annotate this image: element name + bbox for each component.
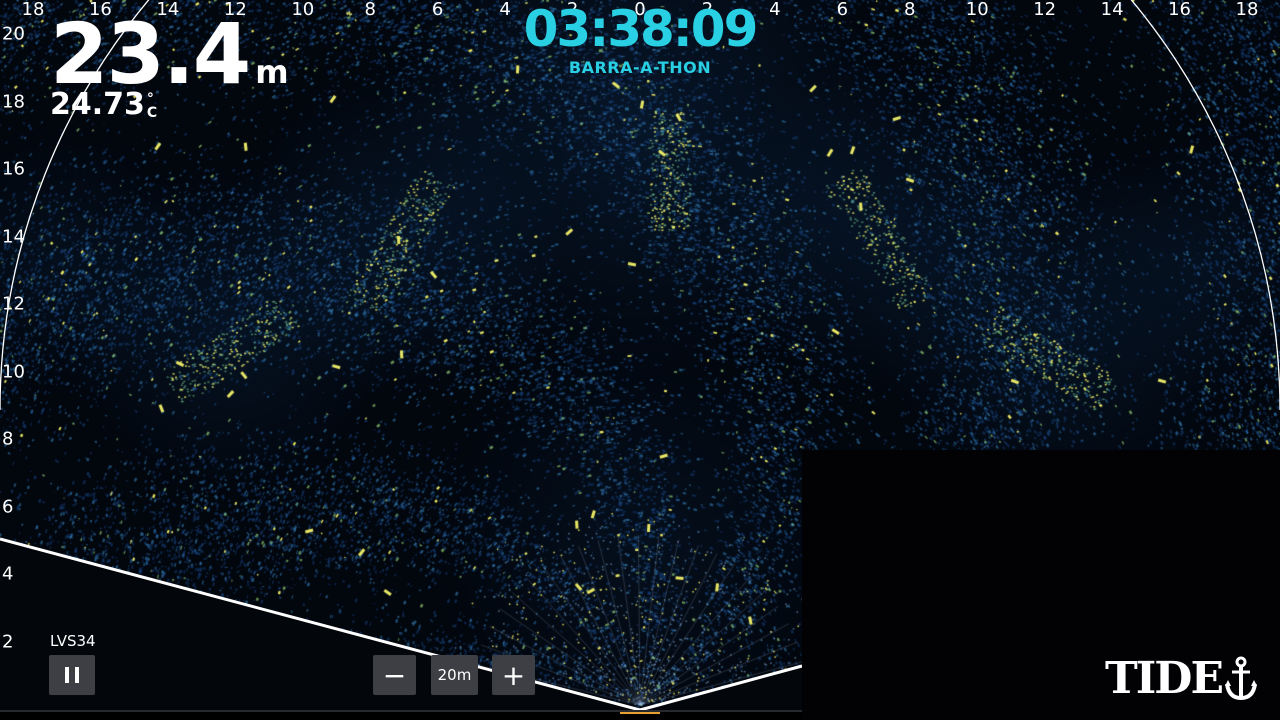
- depth-scale-tick: 20: [2, 23, 25, 45]
- top-scale-tick: 12: [1033, 0, 1057, 20]
- top-scale-tick: 18: [1235, 0, 1259, 20]
- timer-label: BARRA-A-THON: [568, 58, 712, 77]
- temperature-unit: ° C: [147, 92, 157, 120]
- top-scale-tick: 4: [499, 0, 511, 20]
- depth-readout: 23.4 m: [50, 12, 289, 96]
- range-button[interactable]: 20m: [431, 655, 478, 695]
- top-scale-tick: 10: [965, 0, 989, 20]
- depth-scale-tick: 8: [2, 428, 14, 450]
- depth-scale: 20 18 16 14 12 10 8 6 4 2: [0, 0, 30, 720]
- top-scale-tick: 16: [1168, 0, 1191, 20]
- top-scale-tick: 14: [1100, 0, 1124, 20]
- logo-text: TIDE: [1104, 653, 1224, 704]
- depth-scale-tick: 18: [2, 91, 25, 112]
- depth-value: 23.4: [50, 5, 251, 103]
- temperature-readout: 24.73 ° C: [50, 87, 157, 122]
- top-scale-tick: 8: [364, 0, 376, 20]
- top-scale-tick: 6: [836, 0, 849, 20]
- top-scale-tick: 10: [291, 0, 315, 20]
- tide-logo: TIDE: [1105, 652, 1258, 706]
- pause-button[interactable]: [49, 655, 95, 695]
- tournament-timer: 03:38:09 BARRA-A-THON: [523, 0, 759, 77]
- zoom-out-button[interactable]: −: [373, 655, 416, 695]
- depth-scale-tick: 16: [2, 158, 25, 180]
- pause-icon: [62, 667, 82, 683]
- temperature-unit-degree: °: [146, 91, 154, 107]
- beam-edge-left: [0, 537, 641, 712]
- depth-scale-tick: 6: [2, 496, 14, 517]
- top-scale-tick: 8: [904, 0, 916, 20]
- temperature-unit-letter: C: [146, 105, 158, 121]
- temperature-value: 24.73: [50, 87, 145, 122]
- transducer-label: LVS34: [50, 632, 96, 650]
- depth-scale-tick: 4: [2, 563, 14, 585]
- timer-time: 03:38:09: [523, 0, 759, 58]
- top-scale-tick: 4: [769, 0, 781, 20]
- depth-scale-tick: 12: [2, 293, 25, 315]
- depth-unit: m: [255, 53, 289, 91]
- depth-scale-tick: 14: [2, 226, 25, 247]
- anchor-icon: [1225, 656, 1257, 701]
- zoom-in-button[interactable]: +: [492, 655, 535, 695]
- depth-scale-tick: 2: [2, 631, 14, 652]
- depth-scale-tick: 10: [2, 361, 25, 382]
- beam-edge-right: [639, 664, 803, 712]
- top-scale-tick: 6: [431, 0, 444, 20]
